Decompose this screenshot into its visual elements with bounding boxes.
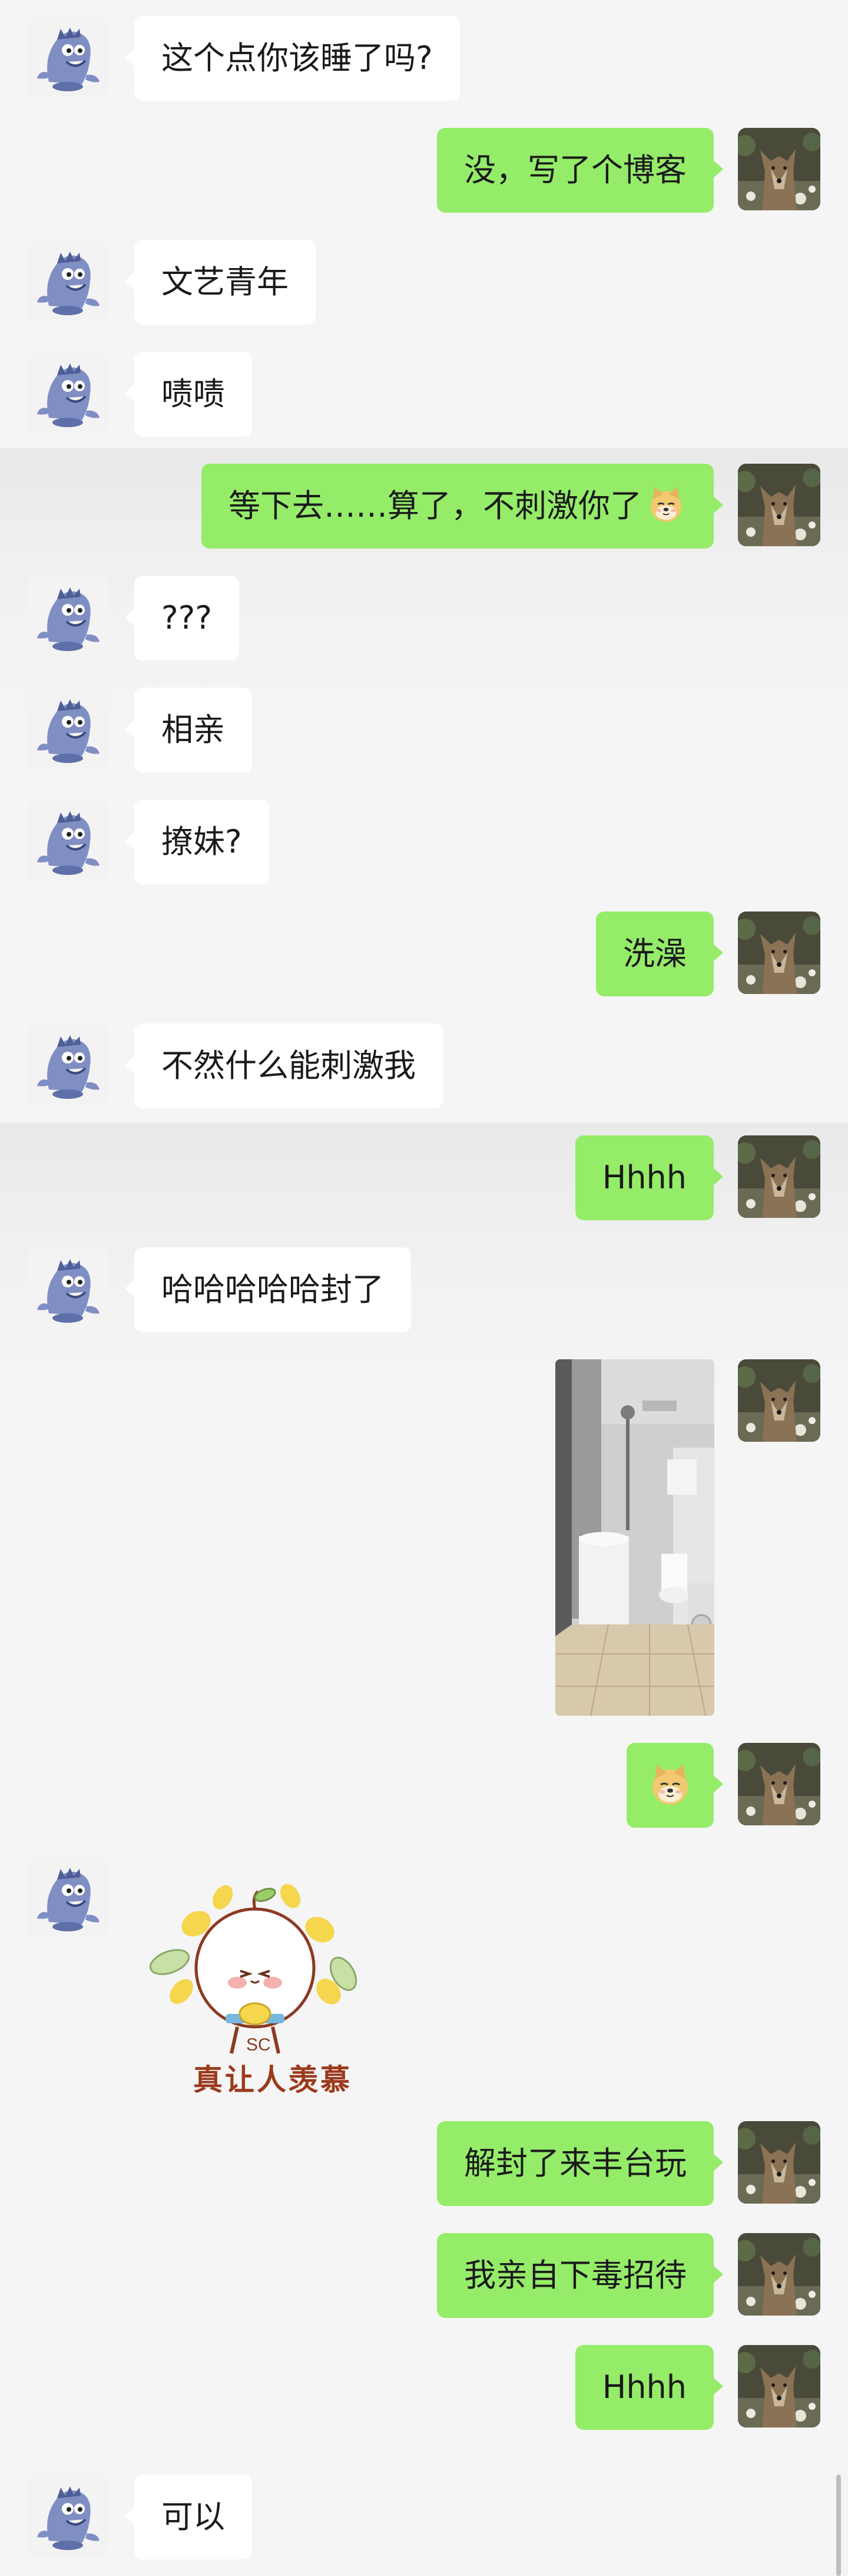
shark-avatar[interactable] <box>26 1023 109 1106</box>
message-bubble[interactable]: Hhhh <box>575 1135 724 1220</box>
svg-text:SC: SC <box>246 2035 271 2055</box>
doge-emoji-icon <box>651 1763 689 1806</box>
message-bubble[interactable]: 洗澡 <box>596 911 723 996</box>
wolf-avatar[interactable] <box>738 1135 820 1218</box>
shark-avatar[interactable] <box>26 688 109 770</box>
message-bubble[interactable]: 文艺青年 <box>125 240 316 325</box>
message-bubble[interactable]: 这个点你该睡了吗? <box>125 16 460 101</box>
wolf-avatar[interactable] <box>738 911 820 994</box>
sticker-caption: 真让人羡慕 <box>193 2063 352 2097</box>
message-bubble[interactable] <box>627 1743 723 1828</box>
shark-avatar[interactable] <box>26 16 109 98</box>
message-bubble[interactable]: ??? <box>125 576 239 660</box>
message-bubble[interactable]: 哈哈哈哈哈封了 <box>125 1247 411 1332</box>
background-shade <box>0 1122 848 1382</box>
bathroom-photo[interactable] <box>555 1359 714 1716</box>
wolf-avatar[interactable] <box>738 1743 820 1825</box>
wolf-avatar[interactable] <box>738 464 820 546</box>
message-bubble[interactable]: 啧啧 <box>125 352 252 437</box>
message-bubble[interactable]: 撩妹? <box>125 800 269 884</box>
message-bubble[interactable]: 我亲自下毒招待 <box>437 2233 723 2318</box>
doge-emoji-icon <box>650 486 683 523</box>
wolf-avatar[interactable] <box>738 2233 820 2316</box>
shark-avatar[interactable] <box>26 240 109 322</box>
message-bubble[interactable]: 没，写了个博客 <box>437 128 723 213</box>
shark-avatar[interactable] <box>26 576 109 658</box>
shark-avatar[interactable] <box>26 1247 109 1330</box>
message-bubble[interactable]: 等下去……算了，不刺激你了 <box>201 464 723 549</box>
envy-sticker[interactable]: SC 真让人羡慕 <box>134 1856 382 2103</box>
shark-avatar[interactable] <box>26 352 109 434</box>
wolf-avatar[interactable] <box>738 2345 820 2428</box>
message-bubble[interactable]: Hhhh <box>575 2345 724 2430</box>
message-bubble[interactable]: 可以 <box>125 2475 252 2560</box>
scrollbar[interactable] <box>836 2475 841 2576</box>
wolf-avatar[interactable] <box>738 1359 820 1442</box>
wolf-avatar[interactable] <box>738 2121 820 2204</box>
message-text: 等下去……算了，不刺激你了 <box>228 487 642 524</box>
shark-avatar[interactable] <box>26 1856 109 1938</box>
message-bubble[interactable]: 相亲 <box>125 688 252 772</box>
shark-avatar[interactable] <box>26 2475 109 2557</box>
wolf-avatar[interactable] <box>738 128 820 210</box>
message-bubble[interactable]: 解封了来丰台玩 <box>437 2121 723 2206</box>
shark-avatar[interactable] <box>26 800 109 882</box>
message-bubble[interactable]: 不然什么能刺激我 <box>125 1023 443 1108</box>
